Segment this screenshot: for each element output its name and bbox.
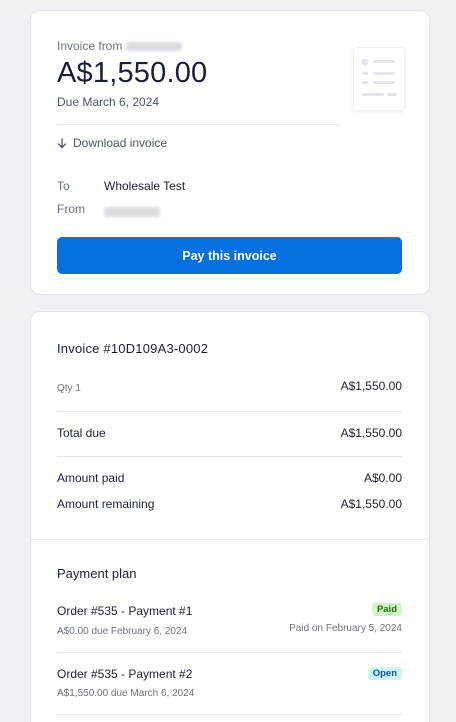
redacted-sender-name	[104, 207, 160, 217]
amount-paid-value: A$0.00	[363, 471, 402, 485]
from-value	[104, 204, 160, 222]
invoice-summary-card: Invoice from A$1,550.00 Due March 6, 202…	[30, 10, 430, 295]
redacted-merchant-name	[126, 41, 183, 51]
from-label: From	[57, 202, 85, 216]
payment-subtitle: A$1,550.00 due March 6, 2024	[57, 688, 195, 699]
section-divider	[31, 539, 429, 540]
status-badge-paid: Paid	[371, 603, 402, 616]
line-item-amount: A$1,550.00	[340, 379, 402, 393]
to-value: Wholesale Test	[104, 179, 186, 193]
invoice-due-date: Due March 6, 2024	[57, 95, 160, 109]
invoice-details-card: Invoice #10D109A3-0002 Qty 1 A$1,550.00 …	[30, 311, 430, 722]
amount-remaining-label: Amount remaining	[57, 497, 155, 511]
invoice-from-line: Invoice from	[57, 39, 183, 53]
total-due-amount: A$1,550.00	[340, 426, 402, 440]
download-invoice-label: Download invoice	[73, 136, 168, 150]
payment-status-note: Paid on February 5, 2024	[289, 623, 402, 634]
payment-plan-title: Payment plan	[57, 566, 137, 581]
payment-title: Order #535 - Payment #2	[57, 667, 193, 681]
divider	[57, 652, 402, 653]
invoice-amount: A$1,550.00	[57, 57, 208, 89]
invoice-document-icon	[353, 47, 405, 111]
amount-paid-label: Amount paid	[57, 471, 125, 485]
to-label: To	[57, 179, 70, 193]
invoice-number: Invoice #10D109A3-0002	[57, 341, 209, 356]
invoice-from-label: Invoice from	[57, 39, 123, 53]
divider	[57, 714, 402, 715]
amount-remaining-value: A$1,550.00	[340, 497, 402, 511]
divider	[57, 456, 402, 457]
divider	[57, 124, 340, 125]
total-due-label: Total due	[57, 426, 106, 440]
divider	[57, 411, 402, 412]
status-badge-open: Open	[367, 667, 402, 680]
download-arrow-icon	[57, 137, 67, 148]
payment-subtitle: A$0.00 due February 6, 2024	[57, 626, 188, 637]
pay-invoice-button[interactable]: Pay this invoice	[57, 237, 402, 274]
download-invoice-link[interactable]: Download invoice	[57, 136, 167, 150]
payment-title: Order #535 - Payment #1	[57, 604, 193, 618]
line-item-qty: Qty 1	[57, 383, 81, 394]
